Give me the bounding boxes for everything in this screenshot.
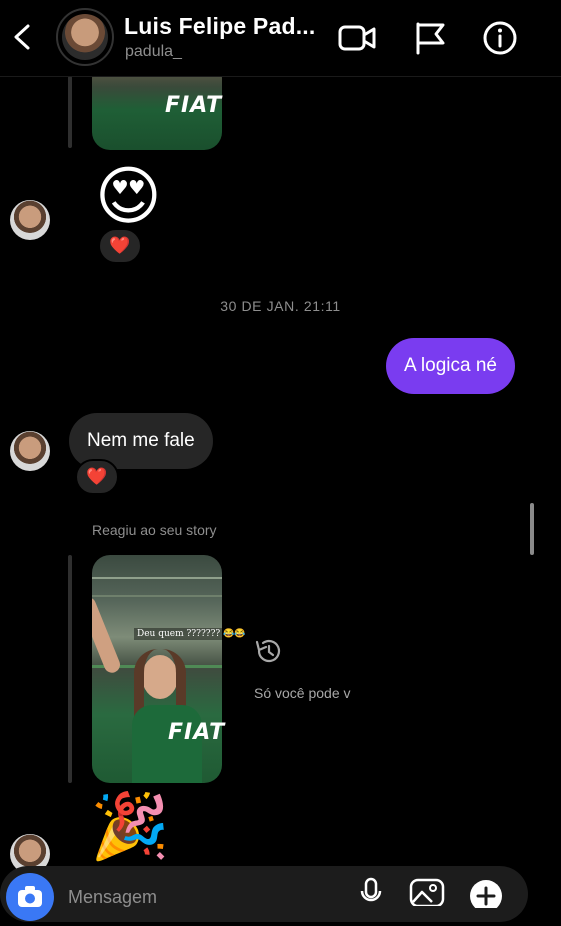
heart-reaction[interactable]: ❤️ — [98, 228, 142, 264]
contact-name[interactable]: Luis Felipe Pad... — [124, 13, 315, 40]
chat-header: Luis Felipe Pad... padula_ — [0, 0, 561, 77]
jersey-text: FIAT — [168, 720, 226, 745]
sender-avatar[interactable] — [10, 431, 50, 471]
message-input[interactable] — [68, 885, 308, 909]
header-avatar[interactable] — [62, 14, 108, 60]
more-button[interactable] — [468, 878, 504, 913]
video-call-button[interactable] — [336, 18, 378, 63]
story-thumbnail-2[interactable] — [92, 555, 222, 783]
emoji-message-party-popper[interactable]: 🎉 — [90, 786, 170, 866]
sender-avatar[interactable] — [10, 200, 50, 240]
story-expired-text: Só você pode v — [254, 685, 351, 701]
scrollbar-thumb[interactable] — [530, 503, 534, 555]
emoji-message-heart-eyes[interactable]: 😍 — [95, 158, 162, 234]
date-divider: 30 DE JAN. 21:11 — [220, 298, 341, 314]
camera-button[interactable] — [6, 873, 54, 921]
story-caption: Deu quem ??????? 😂😂 — [134, 628, 249, 640]
reply-indicator-line — [68, 76, 72, 148]
sent-message-text: A logica né — [404, 355, 497, 376]
reacted-story-label: Reagiu ao seu story — [92, 522, 217, 538]
contact-username[interactable]: padula_ — [125, 43, 182, 61]
sent-message-bubble[interactable]: A logica né — [386, 338, 515, 394]
heart-reaction[interactable]: ❤️ — [75, 459, 119, 495]
back-button[interactable] — [6, 18, 36, 56]
jersey-text: FIAT — [165, 93, 223, 118]
info-button[interactable] — [480, 18, 520, 63]
back-icon — [14, 24, 30, 50]
report-button[interactable] — [410, 18, 450, 63]
video-call-icon — [338, 25, 376, 51]
microphone-button[interactable] — [356, 876, 386, 911]
reply-indicator-line — [68, 555, 72, 783]
received-message-text: Nem me fale — [87, 430, 195, 451]
stadium-detail — [92, 577, 222, 579]
camera-icon — [18, 886, 42, 907]
story-expired-icon — [253, 636, 285, 671]
gallery-button[interactable] — [408, 876, 446, 911]
flag-icon — [416, 22, 445, 55]
stadium-detail — [92, 595, 222, 597]
info-icon — [483, 21, 517, 55]
plus-icon — [470, 880, 502, 912]
